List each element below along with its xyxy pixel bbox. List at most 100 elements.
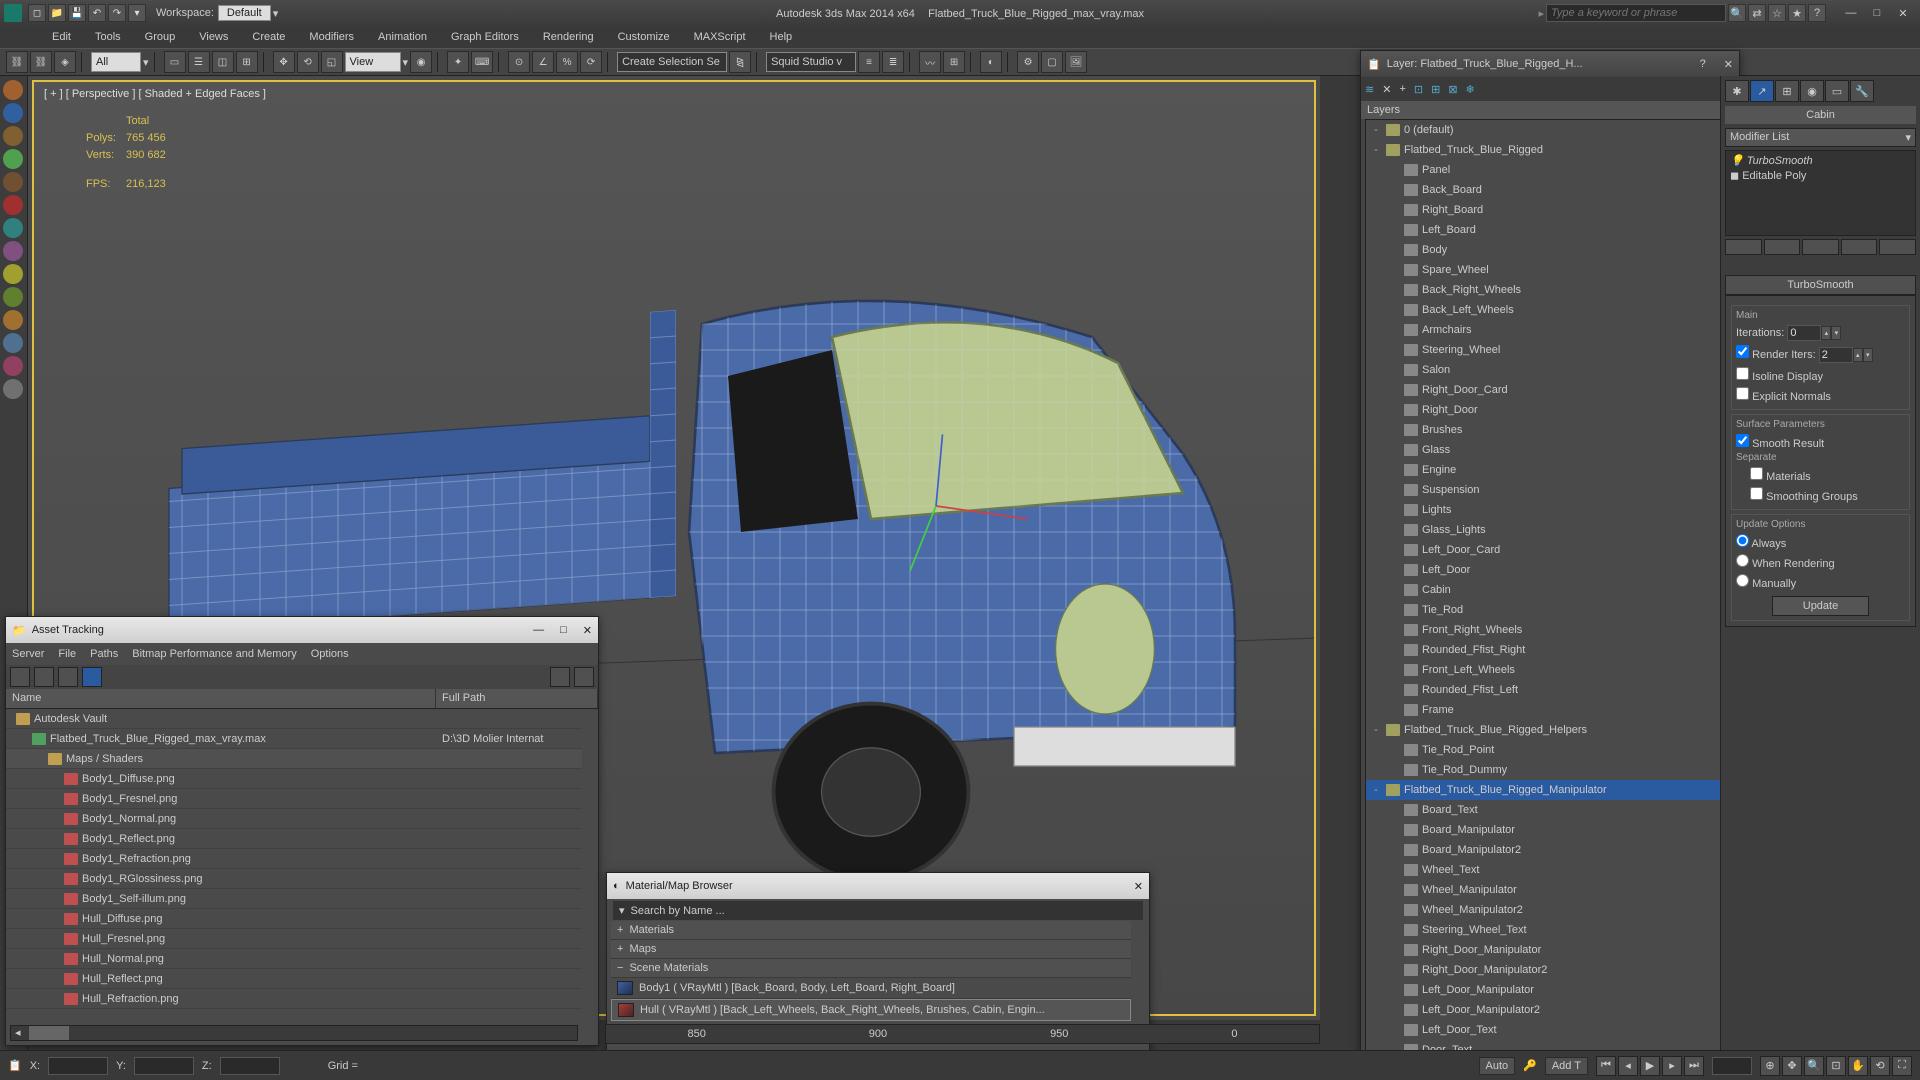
named-selection[interactable]: Create Selection Se	[617, 52, 727, 72]
layer-node[interactable]: Body	[1366, 240, 1734, 260]
layer-node[interactable]: Rounded_Ffist_Right	[1366, 640, 1734, 660]
layer-node[interactable]: Front_Left_Wheels	[1366, 660, 1734, 680]
keyboard-icon[interactable]: ⌨	[471, 51, 493, 73]
layer-node[interactable]: Left_Door	[1366, 560, 1734, 580]
asset-row[interactable]: Body1_Diffuse.png	[6, 769, 582, 789]
layer-node[interactable]: Right_Door_Card	[1366, 380, 1734, 400]
layer-node[interactable]: Right_Board	[1366, 200, 1734, 220]
workspace-dropdown-icon[interactable]: ▾	[273, 7, 279, 20]
prev-frame-icon[interactable]: ◂	[1618, 1056, 1638, 1076]
asset-row[interactable]: Hull_Diffuse.png	[6, 909, 582, 929]
close-icon[interactable]: ✕	[583, 624, 592, 637]
layer-node[interactable]: Steering_Wheel_Text	[1366, 920, 1734, 940]
asset-row[interactable]: Body1_Fresnel.png	[6, 789, 582, 809]
material-item[interactable]: Hull ( VRayMtl ) [Back_Left_Wheels, Back…	[611, 999, 1131, 1021]
asset-row[interactable]: Body1_Refraction.png	[6, 849, 582, 869]
layer-node[interactable]: Left_Board	[1366, 220, 1734, 240]
isoline-checkbox[interactable]	[1736, 367, 1749, 380]
modifier-list-combo[interactable]: Modifier List▾	[1725, 128, 1916, 147]
key-icon[interactable]: 🔑	[1523, 1059, 1537, 1072]
modify-tab[interactable]: ↗	[1750, 80, 1774, 102]
next-frame-icon[interactable]: ▸	[1662, 1056, 1682, 1076]
minimize-icon[interactable]: —	[533, 624, 544, 636]
new-layer-icon[interactable]: ≋	[1365, 83, 1374, 96]
asset-row[interactable]: Hull_Fresnel.png	[6, 929, 582, 949]
orbit-icon[interactable]: ⟲	[1870, 1056, 1890, 1076]
sphere-icon[interactable]	[3, 333, 23, 353]
object-name-field[interactable]: Cabin	[1725, 106, 1916, 124]
asset-row[interactable]: Body1_Self-illum.png	[6, 889, 582, 909]
layer-node[interactable]: Board_Manipulator2	[1366, 840, 1734, 860]
layer-node[interactable]: Engine	[1366, 460, 1734, 480]
sep-materials-checkbox[interactable]	[1750, 467, 1763, 480]
sphere-icon[interactable]	[3, 264, 23, 284]
spinner-up-icon[interactable]: ▴	[1821, 326, 1831, 340]
x-input[interactable]	[48, 1057, 108, 1075]
update-button[interactable]: Update	[1772, 596, 1869, 616]
asset-row[interactable]: Maps / Shaders	[6, 749, 582, 769]
layer-node[interactable]: Wheel_Text	[1366, 860, 1734, 880]
sphere-icon[interactable]	[3, 287, 23, 307]
max-toggle-icon[interactable]: ⛶	[1892, 1056, 1912, 1076]
close-button[interactable]: ✕	[1890, 4, 1916, 22]
search-icon[interactable]: 🔍	[1728, 4, 1746, 22]
add-icon[interactable]: +	[1399, 83, 1405, 95]
align-icon[interactable]: ≡	[858, 51, 880, 73]
layer-node[interactable]: -Flatbed_Truck_Blue_Rigged_Helpers	[1366, 720, 1734, 740]
dropdown-icon[interactable]: ▾	[143, 56, 149, 69]
close-icon[interactable]: ✕	[1134, 880, 1143, 893]
col-name[interactable]: Name	[6, 689, 436, 708]
spinner-snap-icon[interactable]: ⟳	[580, 51, 602, 73]
modifier-stack[interactable]: 💡 TurboSmooth ◼ Editable Poly	[1725, 150, 1916, 236]
info-caret-icon[interactable]: ▸	[1538, 7, 1544, 20]
minimize-button[interactable]: —	[1838, 4, 1864, 22]
layer-node[interactable]: Right_Door_Manipulator	[1366, 940, 1734, 960]
freeze-icon[interactable]: ❄	[1466, 83, 1475, 96]
layer-dialog-title[interactable]: 📋 Layer: Flatbed_Truck_Blue_Rigged_H... …	[1361, 51, 1739, 77]
redo-icon[interactable]: ↷	[108, 4, 126, 22]
timeline[interactable]: 8509009500	[605, 1024, 1320, 1044]
menu-create[interactable]: Create	[240, 28, 297, 46]
delete-layer-icon[interactable]: ✕	[1382, 83, 1391, 96]
layer-node[interactable]: Wheel_Manipulator	[1366, 880, 1734, 900]
tree-icon[interactable]	[34, 667, 54, 687]
y-input[interactable]	[134, 1057, 194, 1075]
layer-node[interactable]: Rounded_Ffist_Left	[1366, 680, 1734, 700]
options-icon[interactable]: ▾	[619, 904, 625, 917]
project-icon[interactable]: ▾	[128, 4, 146, 22]
link-icon[interactable]: ⛓	[6, 51, 28, 73]
menu-views[interactable]: Views	[187, 28, 240, 46]
layer-node[interactable]: -0 (default)	[1366, 120, 1734, 140]
help-icon[interactable]: ?	[1808, 4, 1826, 22]
display-tab[interactable]: ▭	[1825, 80, 1849, 102]
hierarchy-tab[interactable]: ⊞	[1775, 80, 1799, 102]
smooth-result-checkbox[interactable]	[1736, 434, 1749, 447]
menu-tools[interactable]: Tools	[83, 28, 133, 46]
create-tab[interactable]: ✱	[1725, 80, 1749, 102]
close-icon[interactable]: ✕	[1724, 58, 1733, 71]
material-search[interactable]: ▾ Search by Name ...	[613, 901, 1143, 920]
selection-filter[interactable]: All	[91, 52, 141, 72]
pivot-icon[interactable]: ◉	[410, 51, 432, 73]
favorites-icon[interactable]: ★	[1788, 4, 1806, 22]
exchange-icon[interactable]: ⇄	[1748, 4, 1766, 22]
window-crossing-icon[interactable]: ⊞	[236, 51, 258, 73]
material-editor-icon[interactable]: ◐	[980, 51, 1002, 73]
sphere-icon[interactable]	[3, 356, 23, 376]
menu-graph editors[interactable]: Graph Editors	[439, 28, 531, 46]
sphere-icon[interactable]	[3, 310, 23, 330]
explicit-checkbox[interactable]	[1736, 387, 1749, 400]
scale-icon[interactable]: ◱	[321, 51, 343, 73]
material-dialog-titlebar[interactable]: ◐ Material/Map Browser ✕	[607, 873, 1149, 899]
show-icon[interactable]	[1764, 239, 1801, 255]
layer-node[interactable]: Back_Left_Wheels	[1366, 300, 1734, 320]
layer-node[interactable]: Left_Door_Manipulator2	[1366, 1000, 1734, 1020]
render-frame-icon[interactable]: ▢	[1041, 51, 1063, 73]
layer-node[interactable]: Tie_Rod_Dummy	[1366, 760, 1734, 780]
update-always-radio[interactable]	[1736, 534, 1749, 547]
layer-node[interactable]: -Flatbed_Truck_Blue_Rigged	[1366, 140, 1734, 160]
materials-group[interactable]: +Materials	[611, 921, 1131, 940]
layer-node[interactable]: Left_Door_Text	[1366, 1020, 1734, 1040]
layer-node[interactable]: Salon	[1366, 360, 1734, 380]
menu-help[interactable]: Help	[758, 28, 805, 46]
